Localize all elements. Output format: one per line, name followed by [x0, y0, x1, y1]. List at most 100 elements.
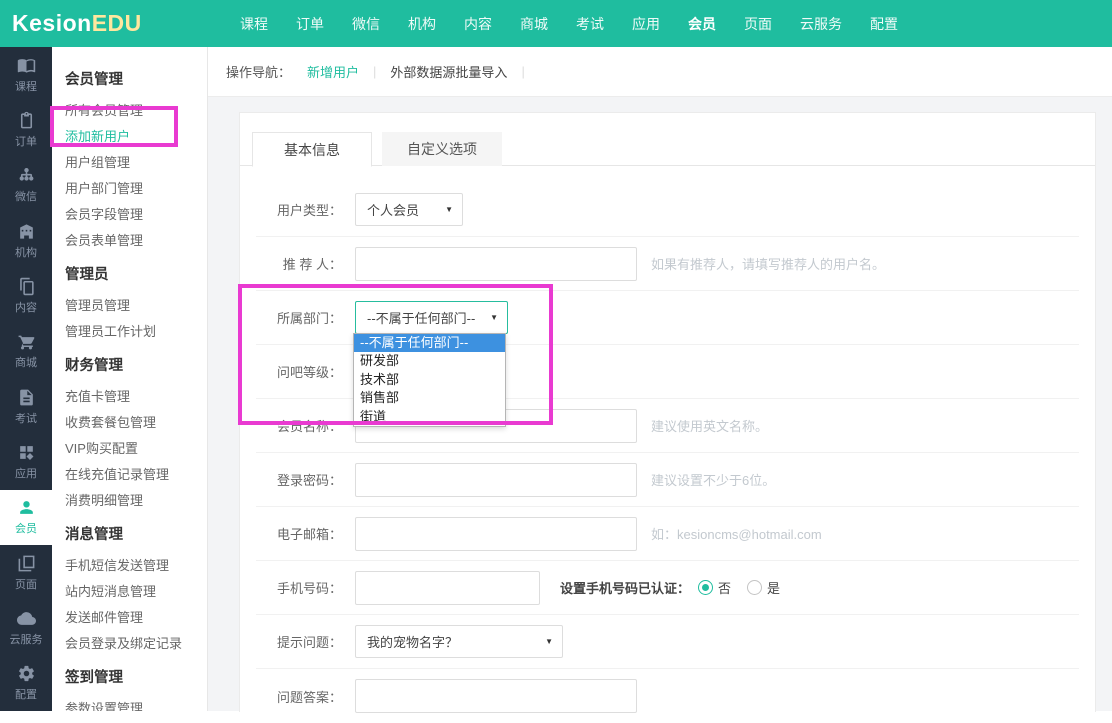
submenu-item[interactable]: VIP购买配置 — [52, 436, 207, 462]
rail-item-label: 应用 — [15, 465, 37, 481]
rail-item-label: 页面 — [15, 576, 37, 592]
submenu-item[interactable]: 充值卡管理 — [52, 384, 207, 410]
referrer-input[interactable] — [355, 247, 637, 281]
radio-verified-yes[interactable] — [747, 580, 762, 595]
topnav-item-wechat[interactable]: 微信 — [338, 14, 394, 34]
opnav-link-batch-import[interactable]: 外部数据源批量导入 — [390, 62, 507, 81]
answer-input[interactable] — [355, 679, 637, 713]
dropdown-option[interactable]: 研发部 — [354, 352, 505, 370]
submenu-item[interactable]: 会员字段管理 — [52, 202, 207, 228]
topnav-item-config[interactable]: 配置 — [856, 14, 912, 34]
submenu-item[interactable]: 所有会员管理 — [52, 98, 207, 124]
submenu-item[interactable]: 站内短消息管理 — [52, 579, 207, 605]
submenu-item[interactable]: 用户部门管理 — [52, 176, 207, 202]
submenu-section-header: 消息管理 — [52, 514, 207, 553]
rail-item-mall[interactable]: 商城 — [0, 324, 52, 379]
password-label: 登录密码： — [256, 470, 342, 489]
submenu-item[interactable]: 收费套餐包管理 — [52, 410, 207, 436]
phone-input[interactable] — [355, 571, 540, 605]
rail-item-label: 云服务 — [10, 631, 43, 647]
app-logo[interactable]: KesionEDU — [12, 10, 142, 37]
topnav-item-cloud[interactable]: 云服务 — [786, 14, 856, 34]
rail-item-org[interactable]: 机构 — [0, 213, 52, 268]
topnav-item-org[interactable]: 机构 — [394, 14, 450, 34]
submenu-item[interactable]: 管理员管理 — [52, 293, 207, 319]
dropdown-option[interactable]: 技术部 — [354, 371, 505, 389]
email-label: 电子邮箱： — [256, 524, 342, 543]
rail-item-cloud[interactable]: 云服务 — [0, 600, 52, 655]
form-card: 基本信息 自定义选项 用户类型： 个人会员 ▼ 推 荐 人： 如果有推荐人，请填… — [239, 112, 1096, 712]
submenu-item[interactable]: 手机短信发送管理 — [52, 553, 207, 579]
user-type-select[interactable]: 个人会员 ▼ — [355, 193, 463, 226]
department-dropdown-list: --不属于任何部门--研发部技术部销售部街道 — [353, 333, 506, 427]
dropdown-option[interactable]: 销售部 — [354, 389, 505, 407]
module-icon-rail: 课程订单微信机构内容商城考试应用会员页面云服务配置 — [0, 47, 52, 711]
topnav-item-exam[interactable]: 考试 — [562, 14, 618, 34]
user-type-value: 个人会员 — [367, 200, 419, 219]
logo-text: Kesion — [12, 10, 92, 36]
new-user-form: 用户类型： 个人会员 ▼ 推 荐 人： 如果有推荐人，请填写推荐人的用户名。 所… — [256, 183, 1079, 723]
row-question: 提示问题： 我的宠物名字？ ▼ — [256, 615, 1079, 669]
topnav-item-member[interactable]: 会员 — [674, 14, 730, 34]
question-select[interactable]: 我的宠物名字？ ▼ — [355, 625, 563, 658]
answer-label: 问题答案： — [256, 687, 342, 706]
submenu-section: 会员管理所有会员管理添加新用户用户组管理用户部门管理会员字段管理会员表单管理 — [52, 59, 207, 254]
password-input[interactable] — [355, 463, 637, 497]
opnav-link-new-user[interactable]: 新增用户 — [307, 62, 359, 81]
department-select[interactable]: --不属于任何部门-- ▼ — [355, 301, 508, 334]
operation-nav: 操作导航： 新增用户 | 外部数据源批量导入 | — [208, 47, 1112, 97]
user-type-label: 用户类型： — [256, 200, 342, 219]
submenu-section-header: 财务管理 — [52, 345, 207, 384]
rail-item-page[interactable]: 页面 — [0, 545, 52, 600]
radio-no-label: 否 — [718, 578, 731, 597]
rail-item-config[interactable]: 配置 — [0, 656, 52, 711]
dropdown-option[interactable]: --不属于任何部门-- — [354, 334, 505, 352]
submenu-section: 财务管理充值卡管理收费套餐包管理VIP购买配置在线充值记录管理消费明细管理 — [52, 345, 207, 514]
submenu-item[interactable]: 会员表单管理 — [52, 228, 207, 254]
topnav-item-order[interactable]: 订单 — [282, 14, 338, 34]
rail-item-app[interactable]: 应用 — [0, 434, 52, 489]
rail-item-label: 课程 — [15, 78, 37, 94]
submenu-item[interactable]: 参数设置管理 — [52, 696, 207, 711]
submenu-item[interactable]: 添加新用户 — [52, 124, 207, 150]
submenu-item[interactable]: 在线充值记录管理 — [52, 462, 207, 488]
submenu-section-header: 管理员 — [52, 254, 207, 293]
rail-item-label: 考试 — [15, 410, 37, 426]
rail-item-content[interactable]: 内容 — [0, 268, 52, 323]
qa-level-label: 问吧等级： — [256, 362, 342, 381]
submenu-item[interactable]: 消费明细管理 — [52, 488, 207, 514]
row-referrer: 推 荐 人： 如果有推荐人，请填写推荐人的用户名。 — [256, 237, 1079, 291]
submenu-section-header: 会员管理 — [52, 59, 207, 98]
document-icon — [17, 388, 36, 407]
rail-item-course[interactable]: 课程 — [0, 47, 52, 102]
topnav-item-course[interactable]: 课程 — [226, 14, 282, 34]
topnav-item-app[interactable]: 应用 — [618, 14, 674, 34]
rail-item-order[interactable]: 订单 — [0, 102, 52, 157]
referrer-hint: 如果有推荐人，请填写推荐人的用户名。 — [651, 254, 885, 273]
submenu-item[interactable]: 发送邮件管理 — [52, 605, 207, 631]
rail-item-member[interactable]: 会员 — [0, 490, 52, 545]
rail-item-wechat[interactable]: 微信 — [0, 158, 52, 213]
row-user-type: 用户类型： 个人会员 ▼ — [256, 183, 1079, 237]
tab-custom-options[interactable]: 自定义选项 — [382, 132, 502, 166]
submenu-item[interactable]: 管理员工作计划 — [52, 319, 207, 345]
tab-basic-info[interactable]: 基本信息 — [252, 132, 372, 167]
rail-item-label: 会员 — [15, 520, 37, 536]
row-email: 电子邮箱： 如：kesioncms@hotmail.com — [256, 507, 1079, 561]
logo-accent-text: EDU — [92, 10, 142, 36]
topnav-item-page[interactable]: 页面 — [730, 14, 786, 34]
rail-item-exam[interactable]: 考试 — [0, 379, 52, 434]
topnav-item-mall[interactable]: 商城 — [506, 14, 562, 34]
topnav-item-content[interactable]: 内容 — [450, 14, 506, 34]
dropdown-option[interactable]: 街道 — [354, 408, 505, 426]
submenu-item[interactable]: 会员登录及绑定记录 — [52, 631, 207, 657]
copy-icon — [17, 277, 36, 296]
radio-verified-no[interactable] — [698, 580, 713, 595]
cloud-icon — [17, 609, 36, 628]
submenu-item[interactable]: 用户组管理 — [52, 150, 207, 176]
email-input[interactable] — [355, 517, 637, 551]
rail-item-label: 机构 — [15, 244, 37, 260]
tab-bar: 基本信息 自定义选项 — [240, 132, 1095, 166]
layers-icon — [17, 554, 36, 573]
rail-item-label: 商城 — [15, 354, 37, 370]
